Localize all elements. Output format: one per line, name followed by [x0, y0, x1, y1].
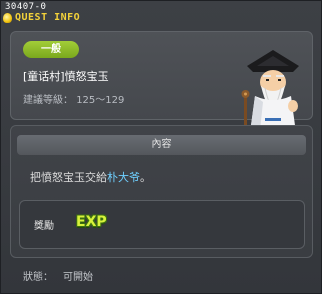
level-range: 125～129 [76, 95, 125, 106]
quest-description: 把憤怒宝玉交給朴大爷。 [30, 169, 151, 185]
level-label: 建議等級： [23, 95, 73, 106]
status-label: 狀態： [23, 272, 53, 283]
quest-info-window: 30407-0 QUEST INFO 一般 [童话村]憤怒宝玉 建議等級： 12… [0, 0, 322, 294]
npc-name-link[interactable]: 朴大爷 [107, 171, 140, 184]
description-text: 把憤怒宝玉交給 [30, 171, 107, 184]
description-end: 。 [140, 171, 151, 184]
status-value: 可開始 [63, 272, 93, 283]
reward-label: 獎勵 [34, 221, 54, 232]
exp-reward-icon[interactable]: EXP [76, 214, 107, 230]
reward-box: 獎勵 EXP [19, 200, 305, 249]
recommended-level: 建議等級： 125～129 [23, 91, 124, 106]
quest-status: 狀態： 可開始 [23, 268, 93, 283]
category-badge: 一般 [23, 41, 79, 58]
quest-name: [童话村]憤怒宝玉 [23, 70, 109, 83]
quest-summary-panel: 一般 [童话村]憤怒宝玉 建議等級： 125～129 [10, 31, 313, 142]
quest-content-panel: 內容 把憤怒宝玉交給朴大爷。 獎勵 EXP [10, 125, 313, 258]
content-header: 內容 [17, 135, 306, 155]
titlebar[interactable]: 30407-0 QUEST INFO [1, 1, 322, 27]
quest-id: 30407-0 [5, 2, 47, 12]
window-title: QUEST INFO [15, 12, 81, 23]
lightbulb-icon [3, 13, 12, 23]
